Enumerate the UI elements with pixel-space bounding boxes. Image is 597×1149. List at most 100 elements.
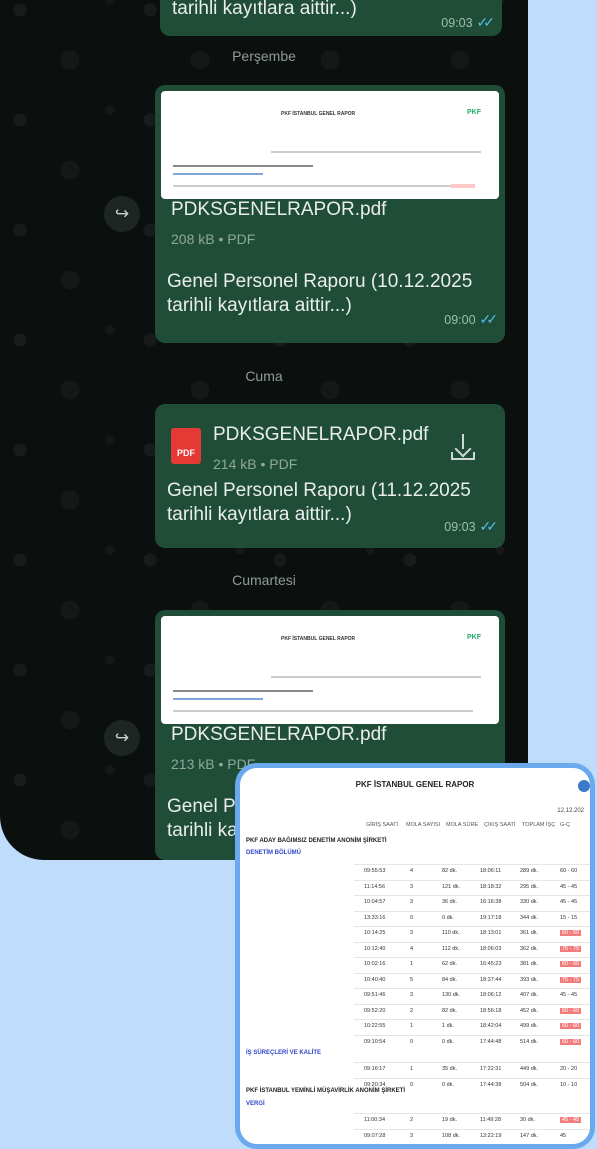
report-cell: 449 dk. <box>520 1066 539 1072</box>
report-cell: 45 - 45 <box>560 1117 582 1123</box>
report-title: PKF İSTANBUL GENEL RAPOR <box>355 780 475 789</box>
report-cell: 82 dk. <box>442 868 457 874</box>
report-cell: 130 dk. <box>442 992 461 998</box>
message-caption-line2: tarihli kayıtlara aittir...) <box>167 295 352 316</box>
report-cell: 18:06:12 <box>480 992 502 998</box>
report-cell: 3 <box>410 992 414 998</box>
report-cell: 1 dk. <box>442 1023 454 1029</box>
report-cell: 0 <box>410 1081 414 1088</box>
report-cell: 10:14:25 <box>364 930 386 936</box>
message-time: 09:03 ✓✓ <box>444 518 499 534</box>
message-bubble-2[interactable]: PDF PDKSGENELRAPOR.pdf 214 kB • PDF Gene… <box>155 404 505 548</box>
report-row: 11:00:34 2 19 dk. 11:49:28 30 dk. 45 - 45 <box>354 1113 590 1126</box>
report-cell: 60 - 60 <box>560 868 578 874</box>
report-cell: 45 - 45 <box>560 992 578 998</box>
report-cell: 18:06:11 <box>480 868 502 874</box>
report-cell: 11:14:56 <box>364 883 386 890</box>
pdf-preview-thumbnail[interactable]: PKF İSTANBUL GENEL RAPOR PKF <box>161 91 499 199</box>
report-cell: 393 dk. <box>520 976 539 983</box>
report-row: 09:20:34 0 0 dk. 17:44:38 504 dk. 10 - 10 <box>354 1077 590 1091</box>
report-cell: 1 <box>410 1023 414 1029</box>
report-cell: 17:44:38 <box>480 1081 502 1088</box>
report-cell: 4 <box>410 945 414 952</box>
report-cell: 5 <box>410 976 414 983</box>
report-cell: 452 dk. <box>520 1007 539 1014</box>
download-icon[interactable] <box>451 434 475 460</box>
report-cell: 09:52:20 <box>364 1007 386 1014</box>
report-cell: 3 <box>410 899 414 905</box>
report-cell: 0 <box>410 914 414 921</box>
report-cell: 289 dk. <box>520 868 539 874</box>
report-cell: 17:22:31 <box>480 1066 502 1072</box>
report-cell: 499 dk. <box>520 1023 539 1029</box>
report-cell: 18:13:01 <box>480 930 502 936</box>
read-ticks-icon: ✓✓ <box>476 14 496 30</box>
forward-icon[interactable]: ↪ <box>104 196 140 232</box>
file-name: PDKSGENELRAPOR.pdf <box>213 424 429 445</box>
report-preview-zoom: PKF İSTANBUL GENEL RAPOR 12.12.202 GİRİŞ… <box>235 763 595 1149</box>
report-row: 09:09:324122 dk.17:48:58398 dk. <box>354 1144 595 1149</box>
read-ticks-icon: ✓✓ <box>479 311 499 327</box>
report-cell: 35 dk. <box>442 1066 457 1072</box>
report-cell: 11:00:34 <box>364 1117 386 1123</box>
department-name: İŞ SÜREÇLERİ VE KALİTE <box>246 1050 322 1056</box>
message-bubble-top[interactable]: tarihli kayıtlara aittir...) 09:03 ✓✓ <box>160 0 502 36</box>
report-cell: 60 - 60 <box>560 930 582 936</box>
message-caption-line1: Genel Personel Raporu (11.12.2025 <box>167 480 471 501</box>
report-cell: 19 dk. <box>442 1117 457 1123</box>
message-bubble-1[interactable]: PKF İSTANBUL GENEL RAPOR PKF PDKSGENELRA… <box>155 85 505 343</box>
report-cell: 0 <box>410 1038 414 1045</box>
company-name: PKF ADAY BAĞIMSIZ DENETİM ANONİM ŞİRKETİ <box>246 838 387 844</box>
report-cell: 10:02:16 <box>364 961 386 967</box>
report-cell: 1 <box>410 1066 414 1072</box>
report-cell: 17:44:48 <box>480 1038 502 1045</box>
report-cell: 20 - 20 <box>560 1066 578 1072</box>
column-header: TOPLAM İŞÇ <box>522 822 556 828</box>
report-cell: 09:16:17 <box>364 1066 386 1072</box>
report-cell: 09:51:46 <box>364 992 386 998</box>
report-cell: 504 dk. <box>520 1081 539 1088</box>
report-cell: 13:22:19 <box>480 1132 502 1139</box>
report-cell: 0 dk. <box>442 1038 454 1045</box>
report-cell: 10 - 10 <box>560 1081 578 1088</box>
chat-screen: tarihli kayıtlara aittir...) 09:03 ✓✓ Per… <box>0 0 528 860</box>
report-cell: 16:45:23 <box>480 961 502 967</box>
report-cell: 10:40:40 <box>364 976 386 983</box>
message-caption-line1: Genel Personel Raporu (10.12.2025 <box>167 271 473 292</box>
column-header: ÇIKIŞ SAATİ <box>484 822 516 828</box>
report-cell: 60 - 60 <box>560 961 582 967</box>
report-cell: 18:56:18 <box>480 1007 502 1014</box>
report-cell: 16:16:38 <box>480 899 502 905</box>
report-cell: 75 - 75 <box>560 976 582 983</box>
report-cell: 108 dk. <box>442 1132 461 1139</box>
report-cell: 18:06:03 <box>480 945 502 952</box>
report-row: 13:33:16 0 0 dk. 19:17:18 344 dk. 15 - 15 <box>354 910 590 924</box>
report-row: 09:16:17 1 35 dk. 17:22:31 449 dk. 20 - 20 <box>354 1062 590 1075</box>
pdf-preview-thumbnail[interactable]: PKF İSTANBUL GENEL RAPOR PKF <box>161 616 499 724</box>
report-cell: 10:22:55 <box>364 1023 386 1029</box>
message-caption-line2: tarihli kayıtlara aittir...) <box>167 504 352 525</box>
report-row: 10:40:40 5 84 dk. 18:37:44 393 dk. 75 - 75 <box>354 972 590 986</box>
forward-icon[interactable]: ↪ <box>104 720 140 756</box>
report-row: 10:22:55 1 1 dk. 18:42:04 499 dk. 60 - 60 <box>354 1019 590 1032</box>
report-cell: 3 <box>410 1132 414 1139</box>
report-cell: 62 dk. <box>442 961 457 967</box>
report-cell: 19:17:18 <box>480 914 502 921</box>
report-cell: 147 dk. <box>520 1132 539 1139</box>
department-name: DENETİM BÖLÜMÜ <box>246 850 301 856</box>
report-cell: 09:10:54 <box>364 1038 386 1045</box>
report-cell: 45 - 45 <box>560 899 578 905</box>
report-cell: 0 dk. <box>442 1081 454 1088</box>
report-row: 10:14:25 3 110 dk. 18:13:01 361 dk. 60 - 60 <box>354 926 590 939</box>
report-column-headers: GİRİŞ SAATİ MOLA SAYISI MOLA SÜRE ÇIKIŞ … <box>366 822 580 828</box>
report-cell: 15 - 15 <box>560 914 578 921</box>
report-cell: 0 dk. <box>442 914 454 921</box>
report-row: 09:52:20 2 82 dk. 18:56:18 452 dk. 60 - 60 <box>354 1003 590 1017</box>
report-cell: 344 dk. <box>520 914 539 921</box>
report-cell: 18:42:04 <box>480 1023 502 1029</box>
read-ticks-icon: ✓✓ <box>479 518 499 534</box>
report-cell: 121 dk. <box>442 883 461 890</box>
report-cell: 60 - 60 <box>560 1007 582 1014</box>
report-cell: 11:49:28 <box>480 1117 502 1123</box>
report-cell: 362 dk. <box>520 945 539 952</box>
